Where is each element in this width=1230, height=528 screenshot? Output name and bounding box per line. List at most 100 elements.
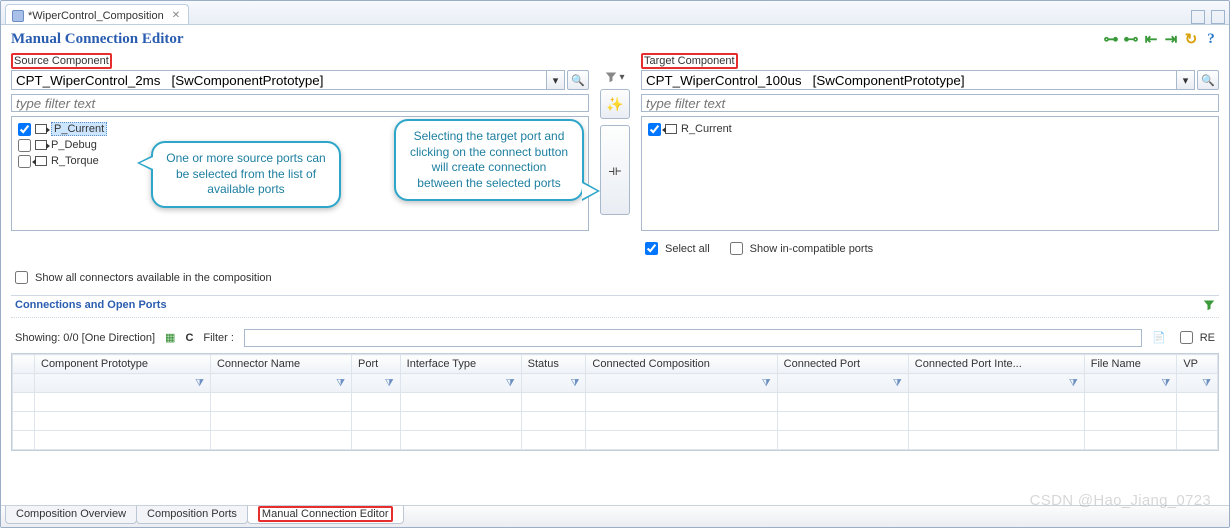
disconnect-icon[interactable]: ⊷ — [1123, 31, 1139, 47]
target-component-field[interactable] — [641, 70, 1177, 90]
help-icon[interactable]: ? — [1203, 31, 1219, 47]
expand-icon[interactable]: ⇥ — [1163, 31, 1179, 47]
bottom-tab[interactable]: Manual Connection Editor — [247, 506, 404, 524]
table-cell — [210, 393, 351, 412]
column-filter[interactable]: ⧩ — [777, 374, 908, 393]
port-item[interactable]: R_Current — [648, 121, 1212, 137]
table-cell — [400, 412, 521, 431]
list-filter-input[interactable] — [244, 329, 1142, 347]
table-cell — [777, 431, 908, 450]
callout-connect: Selecting the target port and clicking o… — [394, 119, 584, 201]
table-cell — [1177, 393, 1218, 412]
port-name: R_Current — [681, 123, 732, 135]
require-port-icon — [35, 156, 47, 166]
page-title: Manual Connection Editor — [11, 31, 184, 48]
close-icon[interactable]: ✕ — [172, 10, 180, 21]
show-all-connectors-checkbox[interactable]: Show all connectors available in the com… — [11, 266, 1219, 289]
provide-port-icon — [35, 124, 47, 134]
reload-icon[interactable]: C — [185, 332, 193, 344]
column-header[interactable]: VP — [1177, 355, 1218, 374]
table-cell — [586, 393, 777, 412]
table-cell — [210, 412, 351, 431]
table-cell — [400, 393, 521, 412]
column-header[interactable]: File Name — [1084, 355, 1177, 374]
target-options: Select all Show in-compatible ports — [641, 237, 1219, 260]
column-header[interactable]: Connector Name — [210, 355, 351, 374]
port-name: P_Debug — [51, 139, 97, 151]
connect-icon[interactable]: ⊶ — [1103, 31, 1119, 47]
table-cell — [1084, 393, 1177, 412]
callout-source: One or more source ports can be selected… — [151, 141, 341, 208]
column-header[interactable]: Connected Port Inte... — [908, 355, 1084, 374]
table-cell — [400, 431, 521, 450]
column-filter[interactable]: ⧩ — [586, 374, 777, 393]
column-filter[interactable]: ⧩ — [400, 374, 521, 393]
bottom-tab[interactable]: Composition Ports — [136, 506, 248, 524]
column-header[interactable]: Interface Type — [400, 355, 521, 374]
column-header[interactable]: Connected Composition — [586, 355, 777, 374]
column-filter[interactable]: ⧩ — [908, 374, 1084, 393]
mid-tool-column: ▾ ✨ ⟛ — [595, 53, 635, 260]
search-icon[interactable]: 🔍 — [1197, 70, 1219, 90]
table-cell — [586, 431, 777, 450]
port-checkbox[interactable] — [18, 139, 31, 152]
chevron-down-icon[interactable]: ▾ — [1177, 70, 1195, 90]
re-checkbox[interactable]: RE — [1176, 326, 1215, 349]
page-header: Manual Connection Editor ⊶ ⊷ ⇤ ⇥ ↻ ? — [1, 25, 1229, 53]
sheet-icon[interactable]: 📄 — [1152, 331, 1166, 344]
column-header[interactable]: Port — [351, 355, 400, 374]
source-component-field[interactable] — [11, 70, 547, 90]
export-icon[interactable]: ▦ — [165, 331, 175, 344]
target-port-tree[interactable]: R_Current — [641, 116, 1219, 231]
column-filter[interactable]: ⧩ — [1177, 374, 1218, 393]
select-all-checkbox[interactable]: Select all — [641, 237, 710, 260]
refresh-icon[interactable]: ↻ — [1183, 31, 1199, 47]
editor-tab-bar: *WiperControl_Composition ✕ — [1, 1, 1229, 25]
column-filter[interactable]: ⧩ — [351, 374, 400, 393]
list-control-bar: Showing: 0/0 [One Direction] ▦ C Filter … — [1, 318, 1229, 353]
table-cell — [777, 393, 908, 412]
table-cell — [351, 393, 400, 412]
connections-table[interactable]: Component PrototypeConnector NamePortInt… — [11, 353, 1219, 451]
collapse-icon[interactable]: ⇤ — [1143, 31, 1159, 47]
target-panel: Target Component ▾ 🔍 R_Current Select al… — [641, 53, 1219, 260]
table-cell — [521, 412, 586, 431]
column-header[interactable]: Component Prototype — [35, 355, 211, 374]
funnel-icon[interactable]: ▾ — [605, 71, 624, 83]
bottom-tab[interactable]: Composition Overview — [5, 506, 137, 524]
column-filter[interactable]: ⧩ — [210, 374, 351, 393]
maximize-button[interactable] — [1211, 10, 1225, 24]
editor-tab[interactable]: *WiperControl_Composition ✕ — [5, 4, 189, 24]
show-all-connectors-row: Show all connectors available in the com… — [11, 266, 1219, 289]
show-incompatible-checkbox[interactable]: Show in-compatible ports — [726, 237, 874, 260]
table-cell — [1084, 431, 1177, 450]
chevron-down-icon[interactable]: ▾ — [547, 70, 565, 90]
port-name: R_Torque — [51, 155, 99, 167]
minimize-button[interactable] — [1191, 10, 1205, 24]
composition-icon — [12, 10, 24, 22]
column-filter[interactable]: ⧩ — [1084, 374, 1177, 393]
table-cell — [210, 431, 351, 450]
port-checkbox[interactable] — [18, 123, 31, 136]
port-checkbox[interactable] — [648, 123, 661, 136]
source-label: Source Component — [11, 53, 112, 69]
column-filter[interactable]: ⧩ — [521, 374, 586, 393]
connect-button[interactable]: ⟛ — [600, 125, 630, 215]
wand-button[interactable]: ✨ — [600, 89, 630, 119]
search-icon[interactable]: 🔍 — [567, 70, 589, 90]
app-window: *WiperControl_Composition ✕ Manual Conne… — [0, 0, 1230, 528]
table-cell — [35, 431, 211, 450]
column-filter[interactable]: ⧩ — [35, 374, 211, 393]
target-filter-input[interactable] — [641, 94, 1219, 112]
source-filter-input[interactable] — [11, 94, 589, 112]
table-cell — [35, 412, 211, 431]
column-header[interactable]: Status — [521, 355, 586, 374]
table-cell — [521, 393, 586, 412]
funnel-icon[interactable] — [1203, 299, 1215, 314]
require-port-icon — [665, 124, 677, 134]
editor-tab-title: *WiperControl_Composition — [28, 10, 164, 22]
port-checkbox[interactable] — [18, 155, 31, 168]
port-name: P_Current — [51, 122, 107, 136]
connections-group-header: Connections and Open Ports — [11, 295, 1219, 318]
column-header[interactable]: Connected Port — [777, 355, 908, 374]
